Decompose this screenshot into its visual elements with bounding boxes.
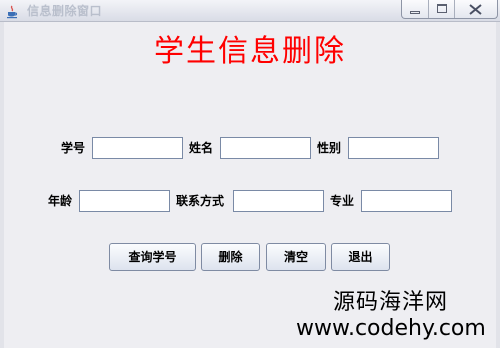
close-icon <box>469 4 482 15</box>
window-controls <box>401 0 498 19</box>
java-coffee-icon <box>5 4 19 19</box>
watermark-site-name: 源码海洋网 <box>333 290 449 315</box>
watermark-url: www.codehy.com <box>296 316 486 341</box>
name-field[interactable] <box>220 137 311 159</box>
window-title: 信息删除窗口 <box>27 4 103 18</box>
delete-info-window: 信息删除窗口 学生信息删除 学号 姓名 性别 年龄 联系方式 专业 查询学号 删… <box>0 0 500 348</box>
age-field[interactable] <box>79 190 170 212</box>
gender-field[interactable] <box>348 137 439 159</box>
student-id-field[interactable] <box>92 137 183 159</box>
student-id-label: 学号 <box>61 141 86 155</box>
exit-button[interactable]: 退出 <box>331 243 390 271</box>
name-label: 姓名 <box>189 141 214 155</box>
clear-button[interactable]: 清空 <box>266 243 326 271</box>
major-field[interactable] <box>361 190 452 212</box>
maximize-icon <box>437 4 447 13</box>
maximize-button[interactable] <box>429 0 455 18</box>
title-bar[interactable]: 信息删除窗口 <box>0 0 500 22</box>
page-title: 学生信息删除 <box>154 34 346 69</box>
contact-label: 联系方式 <box>176 194 225 208</box>
age-label: 年龄 <box>48 194 73 208</box>
contact-field[interactable] <box>233 190 324 212</box>
gender-label: 性别 <box>317 141 342 155</box>
major-label: 专业 <box>330 194 355 208</box>
delete-button[interactable]: 删除 <box>201 243 260 271</box>
close-button[interactable] <box>455 0 497 18</box>
minimize-button[interactable] <box>402 0 429 18</box>
query-student-id-button[interactable]: 查询学号 <box>109 243 196 271</box>
minimize-icon <box>410 11 420 14</box>
